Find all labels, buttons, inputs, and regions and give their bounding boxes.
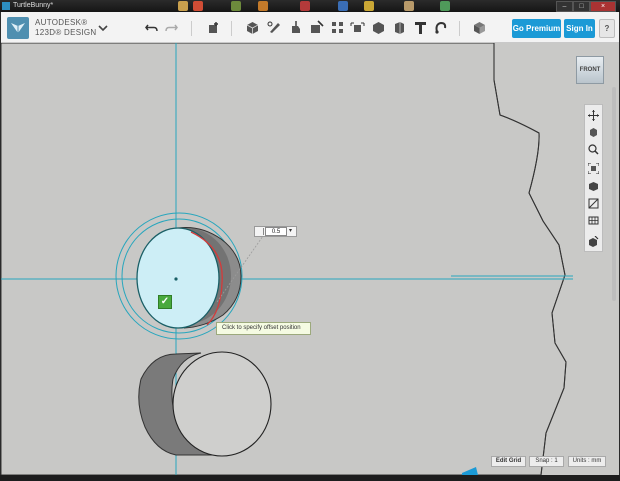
main-toolbar: AUTODESK® 123D® DESIGN Go Premium Sign I… [1,12,619,43]
orbit-icon[interactable] [588,127,599,138]
toolbar-separator [459,21,460,36]
offset-value-field[interactable]: 0.5 [265,227,287,236]
toolbar-separator [231,21,232,36]
taskbar-icon-5[interactable] [300,1,310,11]
taskbar-icon-3[interactable] [231,1,241,11]
app-logo-icon[interactable] [7,17,29,39]
snap-icon[interactable] [433,20,448,35]
undo-icon[interactable] [144,20,159,35]
primitives-icon[interactable] [245,20,260,35]
edit-grid-button[interactable]: Edit Grid [491,456,526,467]
offset-input-box[interactable]: 0.5 ▾ [254,226,297,237]
pattern-icon[interactable] [330,20,345,35]
window-title: TurtleBunny* [13,2,54,9]
grid-icon[interactable] [588,215,599,226]
pan-icon[interactable] [588,110,599,121]
window-bottom-border [0,475,620,481]
material-view-icon[interactable] [588,236,599,247]
go-premium-button[interactable]: Go Premium [512,19,561,38]
brand-autodesk: AUTODESK® [35,18,88,27]
input-handle [259,228,264,235]
selected-face [136,227,220,329]
chevron-down-icon[interactable]: ▾ [289,227,292,236]
taskbar-icon-1[interactable] [178,1,188,11]
construct-icon[interactable] [288,20,303,35]
view-icon[interactable] [588,181,599,192]
zoom-icon[interactable] [588,144,599,155]
sketch-icon[interactable] [267,20,282,35]
group-icon[interactable] [350,20,365,35]
import-icon[interactable] [206,20,221,35]
fit-icon[interactable] [588,163,599,174]
brand-product: 123D® DESIGN [35,28,97,37]
taskbar-icon-8[interactable] [404,1,414,11]
cylinder-end-bottom [172,351,272,457]
confirm-check-button[interactable]: ✓ [158,295,172,309]
chevron-down-icon[interactable] [97,22,109,34]
taskbar-icon-7[interactable] [364,1,374,11]
scene-canvas[interactable] [1,43,619,475]
center-point [174,277,178,281]
taskbar-icon-2[interactable] [193,1,203,11]
gear-body [1,43,567,475]
help-button[interactable]: ? [599,19,615,38]
navigation-bar [584,104,603,252]
maximize-button[interactable]: □ [573,1,590,12]
vertical-scrollbar[interactable] [612,87,616,301]
units-dropdown[interactable]: Units : mm [568,456,606,467]
view-cube[interactable]: FRONT [576,56,604,84]
window-titlebar: TurtleBunny* – □ × [0,0,620,12]
offset-tooltip: Click to specify offset position [216,322,311,335]
sign-in-button[interactable]: Sign In [564,19,595,38]
modify-icon[interactable] [309,20,324,35]
taskbar-icon-4[interactable] [258,1,268,11]
toolbar-separator [191,21,192,36]
combine-icon[interactable] [371,20,386,35]
taskbar-icon-6[interactable] [338,1,348,11]
minimize-button[interactable]: – [556,1,573,12]
material-icon[interactable] [472,20,487,35]
redo-icon[interactable] [164,20,179,35]
app-icon [2,2,10,10]
3d-viewport[interactable]: FRONT 0.5 ▾ ✓ Click to specify offset po… [1,43,619,475]
text-icon[interactable] [413,20,428,35]
close-button[interactable]: × [590,1,616,12]
snap-dropdown[interactable]: Snap : 1 [529,456,564,467]
visibility-icon[interactable] [588,198,599,209]
taskbar-icon-9[interactable] [440,1,450,11]
measure-icon[interactable] [392,20,407,35]
